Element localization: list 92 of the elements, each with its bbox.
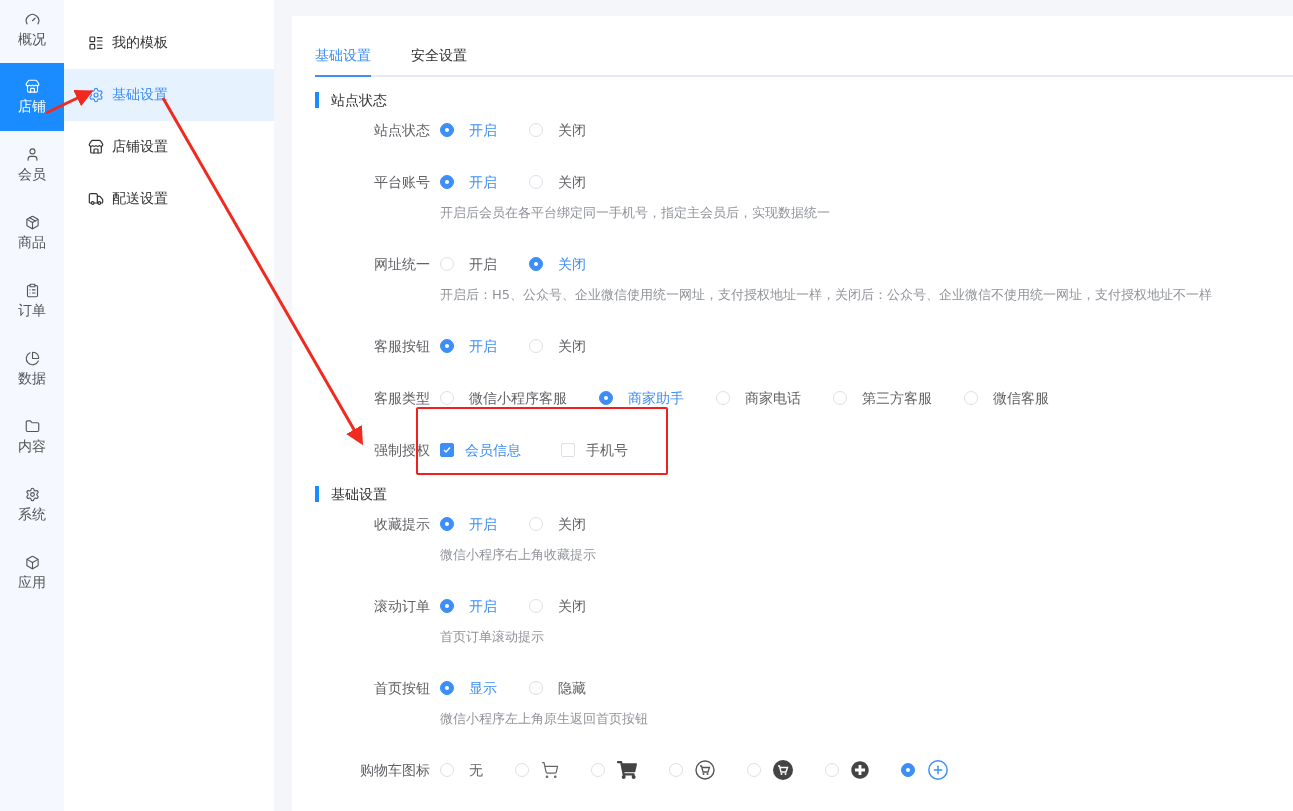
checkbox[interactable] [440,443,454,457]
field-label: 站点状态 [373,121,430,140]
cart-icon [617,760,637,780]
nav-icon [24,554,40,570]
radio-button[interactable] [440,123,454,137]
option-label: 开启 [469,597,497,616]
option-label: 开启 [469,515,497,534]
field-label: 收藏提示 [373,515,430,534]
field-label: 客服类型 [373,389,430,408]
section-title: 基础设置 [315,486,1293,502]
option-label: 显示 [469,679,497,698]
option-label: 第三方客服 [862,389,932,408]
check-icon [442,445,452,455]
plus-circle-icon [927,759,949,781]
nav-label: 店铺 [18,97,46,116]
field-hint: 开启后会员在各平台绑定同一手机号，指定主会员后，实现数据统一 [440,204,830,222]
submenu-item[interactable]: 我的模板 [64,17,274,69]
cart-disc-icon [773,760,793,780]
nav-icon [24,78,40,94]
radio-button[interactable] [901,763,915,777]
section-title: 站点状态 [315,92,1293,108]
option-label: 微信客服 [993,389,1049,408]
circled-cart-icon [695,760,715,780]
option-label: 商家助手 [628,389,684,408]
field-hint: 微信小程序左上角原生返回首页按钮 [440,710,648,728]
submenu-icon [88,139,104,155]
nav-label: 内容 [18,437,46,456]
option-label: 关闭 [558,337,586,356]
field-hint: 首页订单滚动提示 [440,628,545,646]
nav-item[interactable]: 应用 [0,539,64,607]
option-label: 关闭 [558,121,586,140]
field-hint: 微信小程序右上角收藏提示 [440,546,597,564]
radio-button[interactable] [599,391,613,405]
nav-label: 商品 [18,233,46,252]
nav-item[interactable]: 订单 [0,267,64,335]
nav-icon [24,12,40,27]
field-label: 滚动订单 [373,597,430,616]
option-label: 手机号 [586,441,628,460]
tab[interactable]: 安全设置 [411,47,467,77]
nav-icon [24,214,40,230]
cart-icon [541,761,559,779]
nav-label: 订单 [18,301,46,320]
option-label: 开启 [469,337,497,356]
field-label: 网址统一 [373,255,430,274]
radio-button[interactable] [440,339,454,353]
option-label: 开启 [469,173,497,192]
field-label: 平台账号 [373,173,430,192]
nav-icon [24,418,40,434]
option-label: 关闭 [558,255,586,274]
nav-item[interactable]: 商品 [0,199,64,267]
nav-item[interactable]: 数据 [0,335,64,403]
field-label: 客服按钮 [373,337,430,356]
nav-item[interactable]: 内容 [0,403,64,471]
nav-item[interactable]: 概况 [0,0,64,63]
nav-icon [24,282,40,298]
nav-icon [24,350,40,366]
radio-button[interactable] [440,599,454,613]
option-label: 关闭 [558,173,586,192]
nav-label: 概况 [18,31,46,49]
field-label: 购物车图标 [359,761,430,780]
field-label: 首页按钮 [373,679,430,698]
submenu-label: 店铺设置 [112,138,168,156]
option-label: 无 [469,761,483,780]
nav-item[interactable]: 会员 [0,131,64,199]
submenu-label: 我的模板 [112,34,168,52]
submenu-item[interactable]: 配送设置 [64,173,274,225]
option-label: 会员信息 [465,441,521,460]
nav-label: 数据 [18,369,46,388]
nav-label: 应用 [18,573,46,592]
option-label: 关闭 [558,597,586,616]
option-label: 关闭 [558,515,586,534]
nav-icon [24,486,40,502]
radio-button[interactable] [529,257,543,271]
option-label: 开启 [469,121,497,140]
annotation-arrow [45,90,94,115]
submenu-icon [88,87,104,103]
nav-icon [24,146,40,162]
nav-label: 系统 [18,505,46,524]
submenu-label: 配送设置 [112,190,168,208]
option-label: 微信小程序客服 [469,389,567,408]
submenu-item[interactable]: 店铺设置 [64,121,274,173]
option-label: 开启 [469,255,497,274]
field-hint: 开启后：H5、公众号、企业微信使用统一网址，支付授权地址一样，关闭后：公众号、企业微信不使用统一网址，支付授权地址不一样 [440,286,1213,304]
submenu-icon [88,35,104,51]
option-label: 商家电话 [745,389,801,408]
option-label: 隐藏 [558,679,586,698]
radio-button[interactable] [440,175,454,189]
submenu-icon [88,191,104,207]
radio-button[interactable] [440,517,454,531]
radio-button[interactable] [440,681,454,695]
nav-label: 会员 [18,165,46,184]
nav-item[interactable]: 系统 [0,471,64,539]
